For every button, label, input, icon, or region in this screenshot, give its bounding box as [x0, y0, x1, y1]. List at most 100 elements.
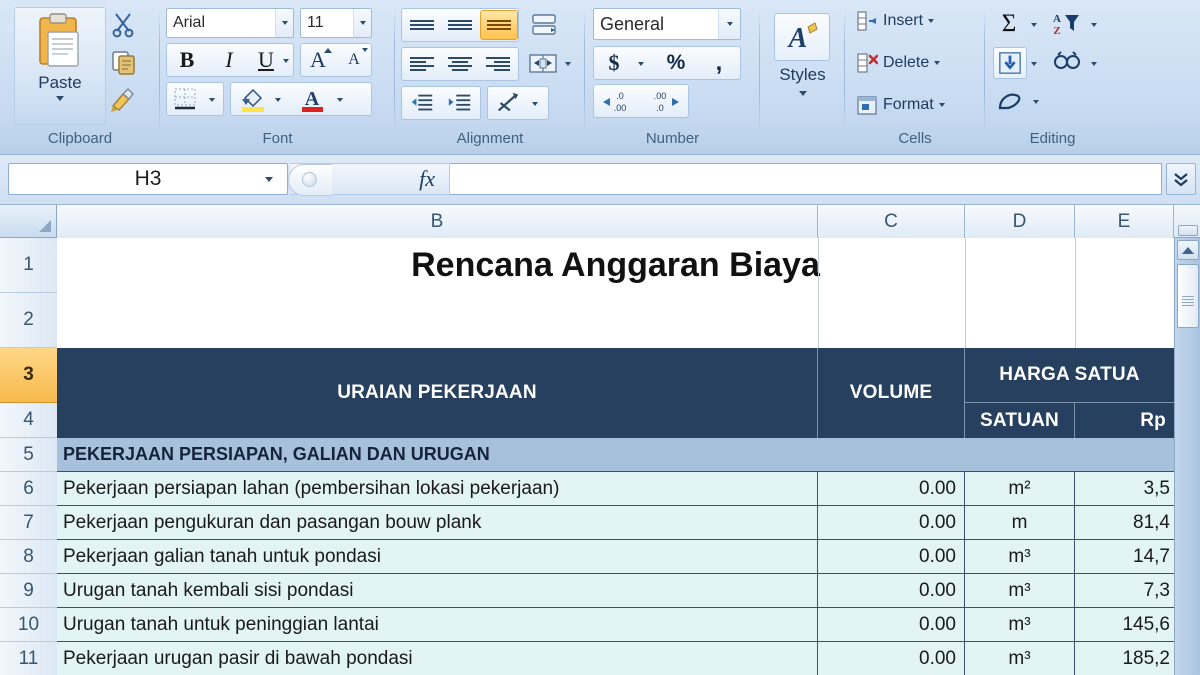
accounting-format-button[interactable]: $ [596, 48, 632, 78]
decrease-decimal-button[interactable]: .00 .0 [642, 87, 686, 115]
column-header-B[interactable]: B [57, 205, 818, 238]
shrink-font-button[interactable]: A [337, 44, 371, 76]
underline-caret[interactable] [281, 56, 291, 66]
italic-button[interactable]: I [209, 44, 249, 76]
font-name-combo[interactable]: Arial [166, 8, 294, 38]
table-row-9-uraian[interactable]: Urugan tanah kembali sisi pondasi [57, 574, 818, 608]
table-row-6-rp[interactable]: 3,5 [1075, 472, 1174, 506]
insert-caret[interactable] [928, 19, 935, 23]
fill-color-button[interactable] [235, 85, 269, 113]
header-rp[interactable]: Rp [1075, 403, 1174, 438]
delete-cells-button[interactable]: Delete [853, 51, 943, 75]
align-bottom-button[interactable] [442, 11, 478, 39]
blank-row-2[interactable] [57, 293, 1174, 348]
section-header-row[interactable]: PEKERJAAN PERSIAPAN, GALIAN DAN URUGAN [57, 438, 1174, 472]
table-row-11-rp[interactable]: 185,2 [1075, 642, 1174, 675]
orientation-caret[interactable] [530, 99, 540, 109]
vertical-scrollbar[interactable] [1174, 225, 1200, 675]
sheet-title[interactable]: Rencana Anggaran Biaya [57, 238, 1174, 293]
table-row-7-volume[interactable]: 0.00 [818, 506, 965, 540]
table-row-7-satuan[interactable]: m [965, 506, 1075, 540]
font-size-combo[interactable]: 11 [300, 8, 372, 38]
align-right-button[interactable] [480, 50, 516, 78]
number-format-caret[interactable] [718, 9, 740, 39]
name-box[interactable]: H3 [8, 163, 288, 195]
styles-button[interactable]: A [774, 13, 830, 61]
row-header-11[interactable]: 11 [0, 642, 57, 675]
row-header-3[interactable]: 3 [0, 348, 57, 403]
accounting-caret[interactable] [636, 59, 646, 69]
wrap-text-button[interactable] [525, 8, 563, 42]
scroll-up-button[interactable] [1177, 240, 1199, 260]
align-top-button[interactable] [404, 11, 440, 39]
table-row-10-volume[interactable]: 0.00 [818, 608, 965, 642]
fill-button[interactable] [993, 47, 1027, 79]
table-row-11-satuan[interactable]: m³ [965, 642, 1075, 675]
align-center-button[interactable] [442, 50, 478, 78]
spreadsheet-grid[interactable]: B C D E 1 2 3 4 5 6 7 8 9 10 11 12 Renca… [0, 205, 1200, 675]
row-header-2[interactable]: 2 [0, 293, 57, 348]
fx-label[interactable]: fx [419, 166, 449, 192]
table-row-8-volume[interactable]: 0.00 [818, 540, 965, 574]
find-select-caret[interactable] [1089, 59, 1099, 69]
select-all-corner[interactable] [0, 205, 57, 238]
formula-input[interactable] [450, 163, 1162, 195]
fill-caret[interactable] [1029, 59, 1039, 69]
table-row-7-uraian[interactable]: Pekerjaan pengukuran dan pasangan bouw p… [57, 506, 818, 540]
split-box[interactable] [1178, 225, 1198, 236]
borders-caret[interactable] [207, 95, 217, 105]
autosum-button[interactable]: Σ [991, 8, 1027, 40]
find-select-button[interactable] [1047, 47, 1087, 79]
table-row-7-rp[interactable]: 81,4 [1075, 506, 1174, 540]
orientation-button[interactable] [492, 89, 524, 117]
table-row-9-satuan[interactable]: m³ [965, 574, 1075, 608]
row-header-10[interactable]: 10 [0, 608, 57, 642]
merge-center-button[interactable] [523, 47, 571, 81]
autosum-caret[interactable] [1029, 20, 1039, 30]
align-left-button[interactable] [404, 50, 440, 78]
align-middle-button[interactable] [480, 10, 518, 40]
font-size-caret[interactable] [353, 9, 371, 37]
table-row-10-uraian[interactable]: Urugan tanah untuk peninggian lantai [57, 608, 818, 642]
table-row-8-uraian[interactable]: Pekerjaan galian tanah untuk pondasi [57, 540, 818, 574]
format-cells-button[interactable]: Format [853, 93, 948, 117]
table-row-10-satuan[interactable]: m³ [965, 608, 1075, 642]
row-header-9[interactable]: 9 [0, 574, 57, 608]
table-row-11-volume[interactable]: 0.00 [818, 642, 965, 675]
sort-filter-caret[interactable] [1089, 20, 1099, 30]
table-row-11-uraian[interactable]: Pekerjaan urugan pasir di bawah pondasi [57, 642, 818, 675]
bold-button[interactable]: B [167, 44, 207, 76]
column-header-E[interactable]: E [1075, 205, 1174, 238]
clear-caret[interactable] [1031, 97, 1041, 107]
font-name-caret[interactable] [275, 9, 293, 37]
styles-dropdown-caret[interactable] [799, 91, 807, 96]
sort-filter-button[interactable]: A Z [1047, 8, 1087, 40]
row-header-7[interactable]: 7 [0, 506, 57, 540]
table-row-6-volume[interactable]: 0.00 [818, 472, 965, 506]
merge-center-caret[interactable] [565, 62, 571, 66]
font-color-button[interactable]: A [295, 85, 329, 113]
fill-color-caret[interactable] [273, 95, 283, 105]
table-row-8-satuan[interactable]: m³ [965, 540, 1075, 574]
format-painter-button[interactable] [108, 85, 138, 115]
paste-button[interactable]: Paste [14, 7, 106, 125]
header-volume[interactable]: VOLUME [818, 348, 965, 438]
row-header-6[interactable]: 6 [0, 472, 57, 506]
table-row-6-uraian[interactable]: Pekerjaan persiapan lahan (pembersihan l… [57, 472, 818, 506]
number-format-combo[interactable]: General [593, 8, 741, 40]
table-row-6-satuan[interactable]: m² [965, 472, 1075, 506]
font-color-caret[interactable] [335, 95, 345, 105]
percent-format-button[interactable]: % [656, 48, 696, 78]
clear-button[interactable] [991, 85, 1029, 117]
table-row-9-volume[interactable]: 0.00 [818, 574, 965, 608]
paste-dropdown-caret[interactable] [56, 96, 64, 101]
cut-button[interactable] [108, 9, 138, 39]
row-header-5[interactable]: 5 [0, 438, 57, 472]
header-uraian-pekerjaan[interactable]: URAIAN PEKERJAAN [57, 348, 818, 438]
delete-caret[interactable] [934, 61, 941, 65]
scrollbar-thumb[interactable] [1177, 264, 1199, 328]
insert-function-dot-icon[interactable] [302, 172, 317, 187]
copy-button[interactable] [108, 47, 138, 77]
expand-formula-bar-button[interactable] [1166, 163, 1196, 195]
decrease-indent-button[interactable] [404, 89, 440, 117]
